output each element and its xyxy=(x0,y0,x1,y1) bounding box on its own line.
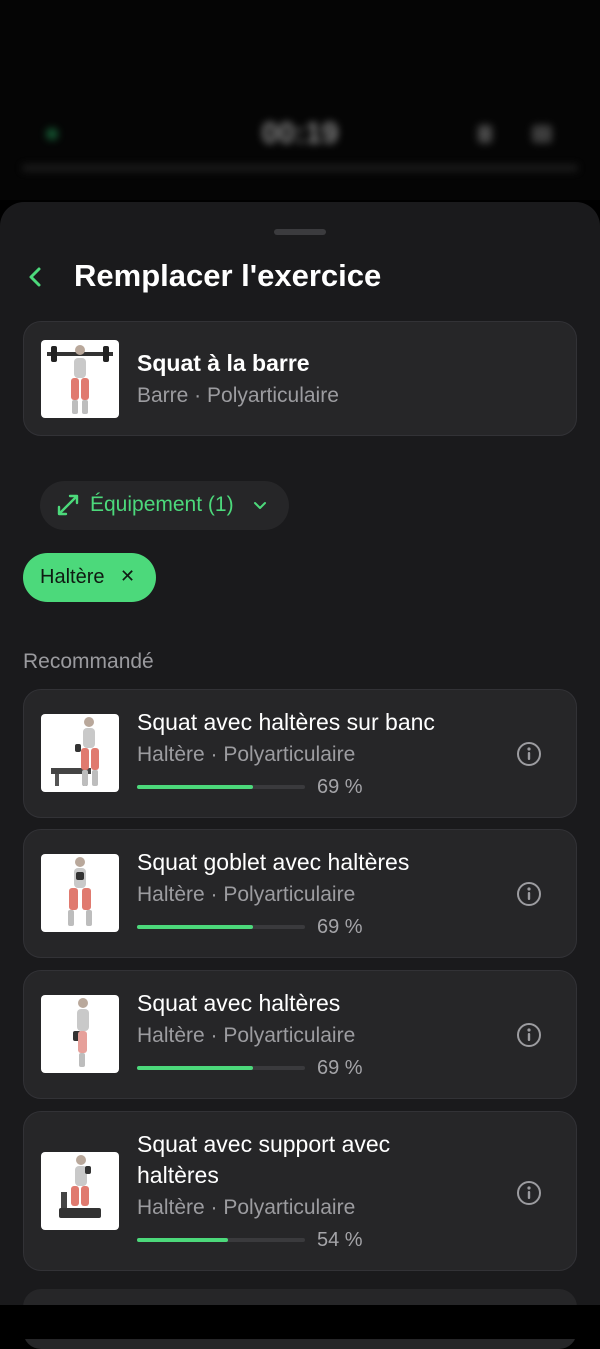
replace-exercise-sheet: Remplacer l'exercice Squat à la barre Ba… xyxy=(0,202,600,1349)
back-chevron-icon xyxy=(29,267,41,287)
background-progress-bar xyxy=(22,165,578,171)
page-title: Remplacer l'exercice xyxy=(74,258,382,293)
match-bar-fill xyxy=(137,1066,253,1070)
back-button[interactable] xyxy=(22,262,48,292)
current-exercise-meta: Barre · Polyarticulaire xyxy=(137,384,339,407)
exercise-illustration xyxy=(41,1152,119,1230)
match-bar-fill xyxy=(137,1238,228,1242)
section-title-recommended: Recommandé xyxy=(23,650,154,673)
exercise-card[interactable]: Squat avec haltères Haltère · Polyarticu… xyxy=(23,970,577,1099)
exercise-illustration xyxy=(41,995,119,1073)
current-exercise-card: Squat à la barre Barre · Polyarticulaire xyxy=(23,321,577,436)
exercise-name: Squat avec haltères xyxy=(137,990,341,1016)
match-percent: 69 % xyxy=(317,1057,363,1079)
supported-squat-illustration xyxy=(59,1155,101,1218)
info-icon[interactable] xyxy=(516,1180,542,1206)
match-bar xyxy=(137,1066,305,1070)
background-blur-layer: 00:19 xyxy=(0,95,600,175)
exercise-name: Squat goblet avec haltères xyxy=(137,849,410,875)
equipment-icon xyxy=(57,494,79,516)
sheet-drag-handle[interactable] xyxy=(274,229,326,235)
close-icon[interactable]: ✕ xyxy=(120,566,135,587)
exercise-name: Squat avec haltères sur banc xyxy=(137,709,435,735)
match-percent: 69 % xyxy=(317,916,363,938)
filter-chip-label: Haltère xyxy=(40,566,105,588)
match-bar xyxy=(137,785,305,789)
match-percent: 69 % xyxy=(317,776,363,798)
goblet-squat-illustration xyxy=(68,857,92,926)
exercise-meta: Haltère · Polyarticulaire xyxy=(137,883,356,906)
exercise-card[interactable]: Squat avec support avec haltères Haltère… xyxy=(23,1111,577,1271)
chevron-down-icon xyxy=(254,502,266,509)
equipment-filter-label: Équipement (1) xyxy=(90,493,234,516)
info-icon[interactable] xyxy=(516,881,542,907)
filter-chip-haltere[interactable]: Haltère ✕ xyxy=(23,553,156,602)
background-workout-screen: 00:19 xyxy=(0,0,600,200)
exercise-name: Squat avec support avec haltères xyxy=(137,1131,391,1188)
bench-squat-illustration xyxy=(51,717,99,786)
dumbbell-squat-illustration xyxy=(73,998,89,1067)
background-timer: 00:19 xyxy=(261,117,339,150)
match-percent: 54 % xyxy=(317,1229,363,1251)
match-bar xyxy=(137,925,305,929)
info-icon[interactable] xyxy=(516,1022,542,1048)
exercise-illustration xyxy=(41,714,119,792)
barbell-squat-illustration xyxy=(47,345,113,414)
exercise-card[interactable]: Squat avec haltères sur banc Haltère · P… xyxy=(23,689,577,818)
exercise-illustration xyxy=(41,340,119,418)
exercise-meta: Haltère · Polyarticulaire xyxy=(137,743,356,766)
background-icon xyxy=(532,125,552,143)
exercise-illustration xyxy=(41,854,119,932)
exercise-card[interactable]: Squat goblet avec haltères Haltère · Pol… xyxy=(23,829,577,958)
bottom-bar xyxy=(0,1305,600,1339)
exercise-meta: Haltère · Polyarticulaire xyxy=(137,1024,356,1047)
info-icon[interactable] xyxy=(516,741,542,767)
match-bar-fill xyxy=(137,785,253,789)
background-icon xyxy=(478,125,492,143)
equipment-filter-button[interactable]: Équipement (1) xyxy=(40,481,289,530)
match-bar-fill xyxy=(137,925,253,929)
match-bar xyxy=(137,1238,305,1242)
exercise-meta: Haltère · Polyarticulaire xyxy=(137,1196,356,1219)
current-exercise-name: Squat à la barre xyxy=(137,350,310,376)
